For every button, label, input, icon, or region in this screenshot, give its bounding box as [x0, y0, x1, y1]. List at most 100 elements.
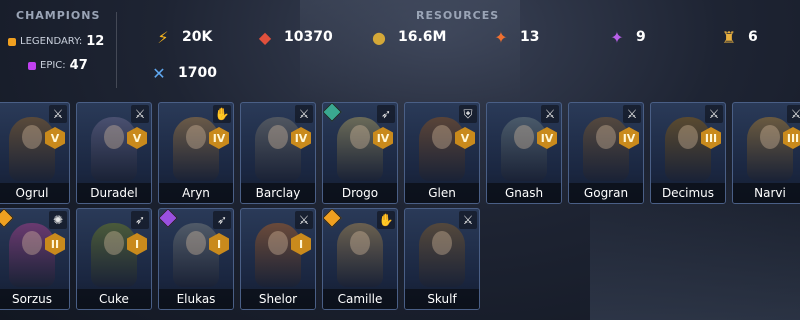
gold-shards-icon: ♜ — [721, 27, 737, 47]
affinity-icon — [159, 209, 178, 228]
champion-name: Drogo — [323, 183, 397, 203]
role-icon: ✺ — [49, 211, 67, 229]
champion-portrait — [173, 223, 219, 287]
role-icon: ⛨ — [459, 105, 477, 123]
legendary-rarity-icon — [8, 37, 16, 46]
resource-energy-bolt: ⚡ 20K — [152, 26, 212, 48]
resource-value: 1700 — [178, 65, 217, 81]
resource-silver-coin: ● 16.6M — [368, 26, 446, 48]
champion-card[interactable]: ➶ I Elukas — [158, 208, 234, 310]
role-icon: ➶ — [377, 105, 395, 123]
champion-portrait — [337, 223, 383, 287]
champion-card[interactable]: ⚔ IV Gogran — [568, 102, 644, 204]
champion-name: Elukas — [159, 289, 233, 309]
resource-value: 13 — [520, 29, 540, 45]
champion-portrait — [173, 117, 219, 181]
legendary-count-row: LEGENDARY: 12 — [8, 34, 104, 49]
champion-name: Skulf — [405, 289, 479, 309]
champion-card[interactable]: ⚔ IV Barclay — [240, 102, 316, 204]
affinity-icon — [323, 209, 342, 228]
champion-portrait — [583, 117, 629, 181]
champion-card[interactable]: ⛨ V Glen — [404, 102, 480, 204]
resource-gold-shards: ♜ 6 — [718, 26, 758, 48]
champion-card[interactable]: ⚔ V Ogrul — [0, 102, 70, 204]
red-crystal-icon: ✦ — [494, 27, 508, 47]
champion-portrait — [665, 117, 711, 181]
champion-portrait — [337, 117, 383, 181]
champion-name: Glen — [405, 183, 479, 203]
champion-name: Barclay — [241, 183, 315, 203]
champion-name: Aryn — [159, 183, 233, 203]
champion-card[interactable]: ✋ Camille — [322, 208, 398, 310]
champion-card[interactable]: ➶ IV Drogo — [322, 102, 398, 204]
champion-portrait — [91, 117, 137, 181]
role-icon: ⚔ — [541, 105, 559, 123]
champion-portrait — [9, 117, 55, 181]
epic-count-row: EPIC: 47 — [28, 58, 88, 73]
champion-portrait — [255, 223, 301, 287]
champion-name: Sorzus — [0, 289, 69, 309]
champion-card[interactable]: ⚔ Skulf — [404, 208, 480, 310]
champion-card[interactable]: ⚔IIINarvi — [732, 102, 800, 204]
silver-coin-icon: ● — [372, 27, 386, 47]
champion-name: Decimus — [651, 183, 725, 203]
champion-name: Shelor — [241, 289, 315, 309]
legendary-label: LEGENDARY: — [20, 36, 83, 47]
resource-purple-crystal: ✦ 9 — [606, 26, 646, 48]
role-icon: ✋ — [377, 211, 395, 229]
champion-portrait — [255, 117, 301, 181]
resource-value: 9 — [636, 29, 646, 45]
role-icon: ➶ — [131, 211, 149, 229]
legendary-count: 12 — [86, 34, 105, 49]
resource-red-crystal: ✦ 13 — [490, 26, 539, 48]
champion-portrait — [9, 223, 55, 287]
champion-name: Gnash — [487, 183, 561, 203]
champion-portrait — [501, 117, 547, 181]
champion-portrait — [747, 117, 793, 181]
resource-value: 20K — [182, 29, 213, 45]
role-icon: ⚔ — [787, 105, 800, 123]
champion-card[interactable]: ✺ II Sorzus — [0, 208, 70, 310]
role-icon: ⚔ — [131, 105, 149, 123]
affinity-icon — [323, 103, 342, 122]
champion-name: Camille — [323, 289, 397, 309]
resource-value: 16.6M — [398, 29, 447, 45]
champion-name: Gogran — [569, 183, 643, 203]
resources-heading: RESOURCES — [416, 9, 500, 22]
role-icon: ⚔ — [295, 211, 313, 229]
role-icon: ⚔ — [295, 105, 313, 123]
arena-tokens-icon: ✕ — [152, 63, 166, 83]
champion-name: Narvi — [733, 183, 800, 203]
epic-label: EPIC: — [40, 60, 66, 71]
energy-bolt-icon: ⚡ — [157, 27, 169, 47]
resource-arena-tokens: ✕ 1700 — [148, 62, 217, 84]
purple-crystal-icon: ✦ — [610, 27, 624, 47]
resource-value: 10370 — [284, 29, 333, 45]
champion-card[interactable]: ⚔ III Decimus — [650, 102, 726, 204]
role-icon: ➶ — [213, 211, 231, 229]
role-icon: ⚔ — [623, 105, 641, 123]
champion-card[interactable]: ✋ IV Aryn — [158, 102, 234, 204]
champion-name: Duradel — [77, 183, 151, 203]
role-icon: ⚔ — [459, 211, 477, 229]
affinity-icon — [0, 209, 14, 228]
champion-name: Ogrul — [0, 183, 69, 203]
champion-card[interactable]: ⚔ V Duradel — [76, 102, 152, 204]
champion-card[interactable]: ⚔ IV Gnash — [486, 102, 562, 204]
role-icon: ✋ — [213, 105, 231, 123]
role-icon: ⚔ — [49, 105, 67, 123]
ruby-gems-icon: ◆ — [258, 27, 272, 47]
champion-portrait — [419, 223, 465, 287]
champions-heading: CHAMPIONS — [16, 9, 101, 22]
champion-card[interactable]: ➶ I Cuke — [76, 208, 152, 310]
champion-portrait — [419, 117, 465, 181]
header-divider — [116, 12, 117, 88]
champion-name: Cuke — [77, 289, 151, 309]
role-icon: ⚔ — [705, 105, 723, 123]
epic-count: 47 — [69, 58, 88, 73]
resource-ruby-gems: ◆ 10370 — [254, 26, 333, 48]
resource-value: 6 — [748, 29, 758, 45]
champion-portrait — [91, 223, 137, 287]
champion-card[interactable]: ⚔ I Shelor — [240, 208, 316, 310]
epic-rarity-icon — [28, 61, 36, 70]
